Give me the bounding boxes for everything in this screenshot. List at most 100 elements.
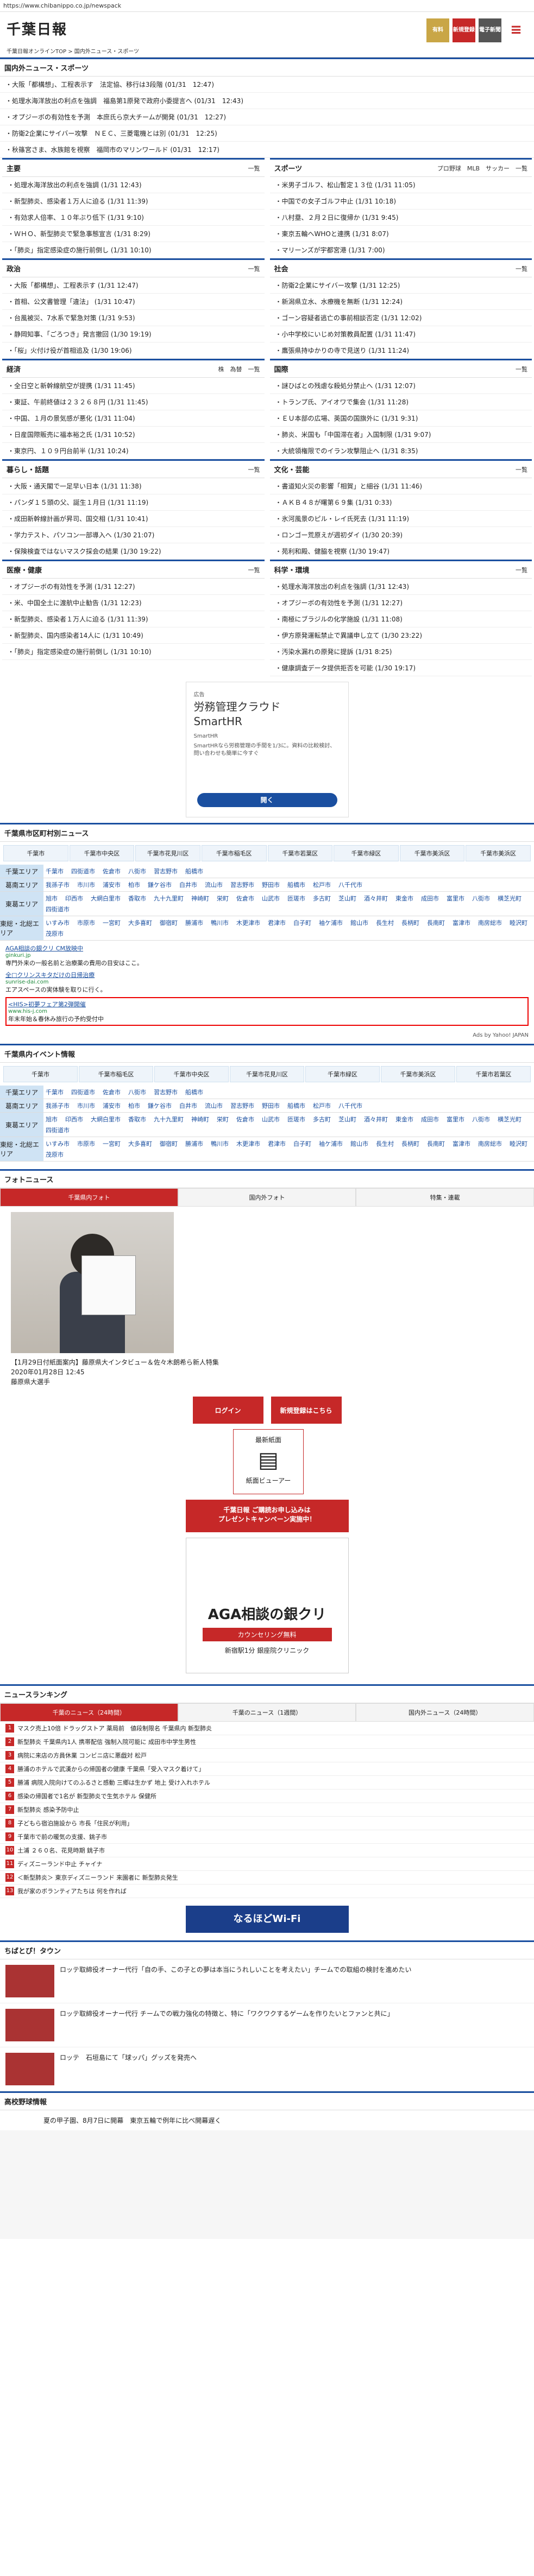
ranking-item[interactable]: 13 我が家のボランティアたちは 何を作れば xyxy=(0,1885,534,1898)
news-item[interactable]: 大阪「都構想」、工程表示す (1/31 12:47) xyxy=(2,277,265,294)
city-link[interactable]: 八街市 xyxy=(472,894,490,903)
news-item[interactable]: 八村塁、２月２日に復帰か (1/31 9:45) xyxy=(269,210,532,226)
news-item[interactable]: 台風被災、7水系で緊急対策 (1/31 9:53) xyxy=(2,310,265,326)
news-item[interactable]: 新潟県立水、水療機を無断 (1/31 12:24) xyxy=(269,294,532,310)
news-item[interactable]: 健康調査データ提供拒否を可能 (1/30 19:17) xyxy=(269,660,532,676)
news-item[interactable]: 新型肺炎、国内感染者14人に (1/31 10:49) xyxy=(2,627,265,644)
news-item[interactable]: ＷＨＯ、新型肺炎で緊急事態宣言 (1/31 8:29) xyxy=(2,226,265,242)
city-link[interactable]: 習志野市 xyxy=(230,1101,254,1110)
city-link[interactable]: 成田市 xyxy=(421,1115,439,1124)
ranking-item[interactable]: 1 マスク売上10倍 ドラッグストア 薬局前 値段制限名 千葉県内 新型肺炎 xyxy=(0,1722,534,1735)
viewer-link[interactable]: 最新紙面 ▤ 紙面ビューアー xyxy=(233,1429,304,1494)
area-tab[interactable]: 千葉市美浜区 xyxy=(381,1066,455,1082)
city-link[interactable]: 市川市 xyxy=(77,1101,95,1110)
area-tab[interactable]: 千葉市美浜区 xyxy=(399,845,465,861)
news-item[interactable]: オプジーボの有効性を予測 本庶氏ら京大チームが開発 (01/31 12:27) xyxy=(0,109,534,125)
area-tab[interactable]: 千葉市 xyxy=(3,1066,78,1082)
city-link[interactable]: 成田市 xyxy=(421,894,439,903)
section-more-link[interactable]: 一覧 xyxy=(516,465,527,474)
news-item[interactable]: 大阪・通天閣で一足早い日本 (1/31 11:38) xyxy=(2,478,265,494)
paid-lock-icon[interactable]: 有料 xyxy=(426,18,449,42)
text-ad[interactable]: AGA相談の銀クリ CM放映中 ginkuri.jp 専門外来の一般名前と治療薬の費… xyxy=(5,944,529,967)
city-link[interactable]: 千葉市 xyxy=(46,867,64,875)
city-link[interactable]: 鴨川市 xyxy=(211,1139,229,1148)
city-link[interactable]: 横芝光町 xyxy=(498,1115,522,1124)
news-item[interactable]: 防衛2企業にサイバー攻撃 ＮＥＣ、三菱電機とは別 (01/31 12:25) xyxy=(0,125,534,142)
town-item[interactable]: ロッテ取締役オーナー代行 チームでの戦力強化の特徴と、特に「ワクワクするゲームを… xyxy=(0,2003,534,2047)
ranking-item[interactable]: 4 勝浦のホテルで武漢からの帰国者の健康 千葉県「受入マスク着けて」 xyxy=(0,1762,534,1776)
signup-button[interactable]: 新規登録 xyxy=(453,18,475,42)
city-link[interactable]: 多古町 xyxy=(313,894,331,903)
smarthr-ad[interactable]: 広告 労務管理クラウド SmartHR SmartHR SmartHRなら労務管… xyxy=(185,682,349,817)
news-item[interactable]: 東京五輪へWHOと連携 (1/31 8:07) xyxy=(269,226,532,242)
city-link[interactable]: 袖ケ浦市 xyxy=(319,918,343,927)
city-link[interactable]: 柏市 xyxy=(128,880,140,889)
city-link[interactable]: 一宮町 xyxy=(103,918,121,927)
city-link[interactable]: 佐倉市 xyxy=(103,1088,121,1096)
section-more-link[interactable]: 株 為替 一覧 xyxy=(218,365,260,373)
city-link[interactable]: 四街道市 xyxy=(46,905,70,913)
city-link[interactable]: いすみ市 xyxy=(46,1139,70,1148)
news-item[interactable]: 米、中国全土に渡航中止勧告 (1/31 12:23) xyxy=(2,595,265,611)
subscribe-banner[interactable]: 千葉日報 ご購読お申し込みは プレゼントキャンペーン実施中！ xyxy=(185,1500,349,1532)
ranking-item[interactable]: 5 勝浦 病院入院向けてのふるさと感動 三郷は生かず 地上 受け入れホテル xyxy=(0,1776,534,1790)
news-item[interactable]: 肺炎、米国も「中国滞在者」入国制限 (1/31 9:07) xyxy=(269,427,532,443)
city-link[interactable]: 佐倉市 xyxy=(236,1115,254,1124)
city-link[interactable]: 大多喜町 xyxy=(128,1139,152,1148)
area-tab[interactable]: 千葉市若葉区 xyxy=(456,1066,531,1082)
ranking-item[interactable]: 12 ＜新型肺炎＞ 東京ディズニーランド 来園者に 新型肺炎発生 xyxy=(0,1871,534,1885)
photo-caption-title[interactable]: 【1月29日付紙面案内】藤原県大インタビュー＆佐々木朗希ら新人特集 xyxy=(11,1357,523,1367)
city-link[interactable]: 富津市 xyxy=(453,1139,470,1148)
ranking-item[interactable]: 7 新型肺炎 感染予防中止 xyxy=(0,1803,534,1817)
area-tab[interactable]: 千葉市花見川区 xyxy=(230,1066,304,1082)
city-link[interactable]: 長柄町 xyxy=(401,918,419,927)
news-item[interactable]: 秋篠宮さま、水族館を視察 福岡市のマリンワールド (01/31 12:17) xyxy=(0,142,534,158)
city-link[interactable]: 睦沢町 xyxy=(510,918,527,927)
city-link[interactable]: 御宿町 xyxy=(160,918,178,927)
city-link[interactable]: 一宮町 xyxy=(103,1139,121,1148)
city-link[interactable]: 流山市 xyxy=(205,1101,223,1110)
news-item[interactable]: 保険検査ではないマスク採会の結果 (1/30 19:22) xyxy=(2,543,265,560)
city-link[interactable]: いすみ市 xyxy=(46,918,70,927)
news-item[interactable]: 新型肺炎、感染者１万人に迫る (1/31 11:39) xyxy=(2,611,265,627)
city-link[interactable]: 匝瑳市 xyxy=(287,894,305,903)
area-tab[interactable]: 千葉市緑区 xyxy=(305,1066,380,1082)
city-link[interactable]: 勝浦市 xyxy=(185,1139,203,1148)
city-link[interactable]: 浦安市 xyxy=(103,1101,121,1110)
city-link[interactable]: 木更津市 xyxy=(236,1139,260,1148)
area-tab[interactable]: 千葉市稲毛区 xyxy=(79,1066,153,1082)
news-item[interactable]: 「桜」火付け役が首相追及 (1/30 19:06) xyxy=(2,342,265,359)
ranking-item[interactable]: 2 新型肺炎 千葉県内1人 携帯配信 強制入院可能に 成田市中学生男性 xyxy=(0,1735,534,1749)
city-link[interactable]: 市川市 xyxy=(77,880,95,889)
city-link[interactable]: 神崎町 xyxy=(191,1115,209,1124)
city-link[interactable]: 八千代市 xyxy=(338,1101,362,1110)
news-item[interactable]: 大統領権限でのイラン攻撃阻止へ (1/31 8:35) xyxy=(269,443,532,459)
hs-item[interactable]: 夏の甲子園、8月7日に開幕 東京五輪で例年に比べ開幕遅く xyxy=(0,2110,534,2130)
city-link[interactable]: 佐倉市 xyxy=(236,894,254,903)
news-item[interactable]: 米男子ゴルフ、松山暫定１３位 (1/31 11:05) xyxy=(269,177,532,193)
city-link[interactable]: 浦安市 xyxy=(103,880,121,889)
city-link[interactable]: 印西市 xyxy=(65,894,83,903)
city-link[interactable]: 白子町 xyxy=(293,918,311,927)
city-link[interactable]: 横芝光町 xyxy=(498,894,522,903)
section-more-link[interactable]: 一覧 xyxy=(516,566,527,574)
town-item[interactable]: ロッテ 石垣島にて「球ッパ」グッズを発売へ xyxy=(0,2047,534,2091)
menu-icon[interactable]: ≡ xyxy=(505,18,527,42)
news-item[interactable]: オプジーボの有効性を予測 (1/31 12:27) xyxy=(2,579,265,595)
ranking-item[interactable]: 6 感染の帰国者で1名が 新型肺炎で生気ホテル 保健所 xyxy=(0,1790,534,1803)
area-tab[interactable]: 千葉市稲毛区 xyxy=(201,845,267,861)
wifi-banner[interactable]: なるほどWi-Fi xyxy=(185,1906,349,1933)
city-link[interactable]: 御宿町 xyxy=(160,1139,178,1148)
text-ad[interactable]: <HIS>初夢フェア第2弾開催 www.his-j.com 年末年始＆春休み旅行の予… xyxy=(5,997,529,1026)
news-item[interactable]: 「肺炎」指定感染症の施行前倒し (1/31 10:10) xyxy=(2,242,265,258)
city-link[interactable]: 東金市 xyxy=(395,1115,413,1124)
city-link[interactable]: 君津市 xyxy=(268,918,286,927)
ranking-item[interactable]: 8 子どもら宿泊施設から 市長「住民が利用」 xyxy=(0,1817,534,1830)
news-item[interactable]: オプジーボの有効性を予測 (1/31 12:27) xyxy=(269,595,532,611)
city-link[interactable]: 長柄町 xyxy=(401,1139,419,1148)
news-item[interactable]: 小中学校にいじめ対策教員配置 (1/31 11:47) xyxy=(269,326,532,342)
city-link[interactable]: 鴨川市 xyxy=(211,918,229,927)
news-item[interactable]: 中国、１月の景気感が悪化 (1/31 11:04) xyxy=(2,410,265,427)
city-link[interactable]: 我孫子市 xyxy=(46,1101,70,1110)
city-link[interactable]: 茂原市 xyxy=(46,929,64,938)
